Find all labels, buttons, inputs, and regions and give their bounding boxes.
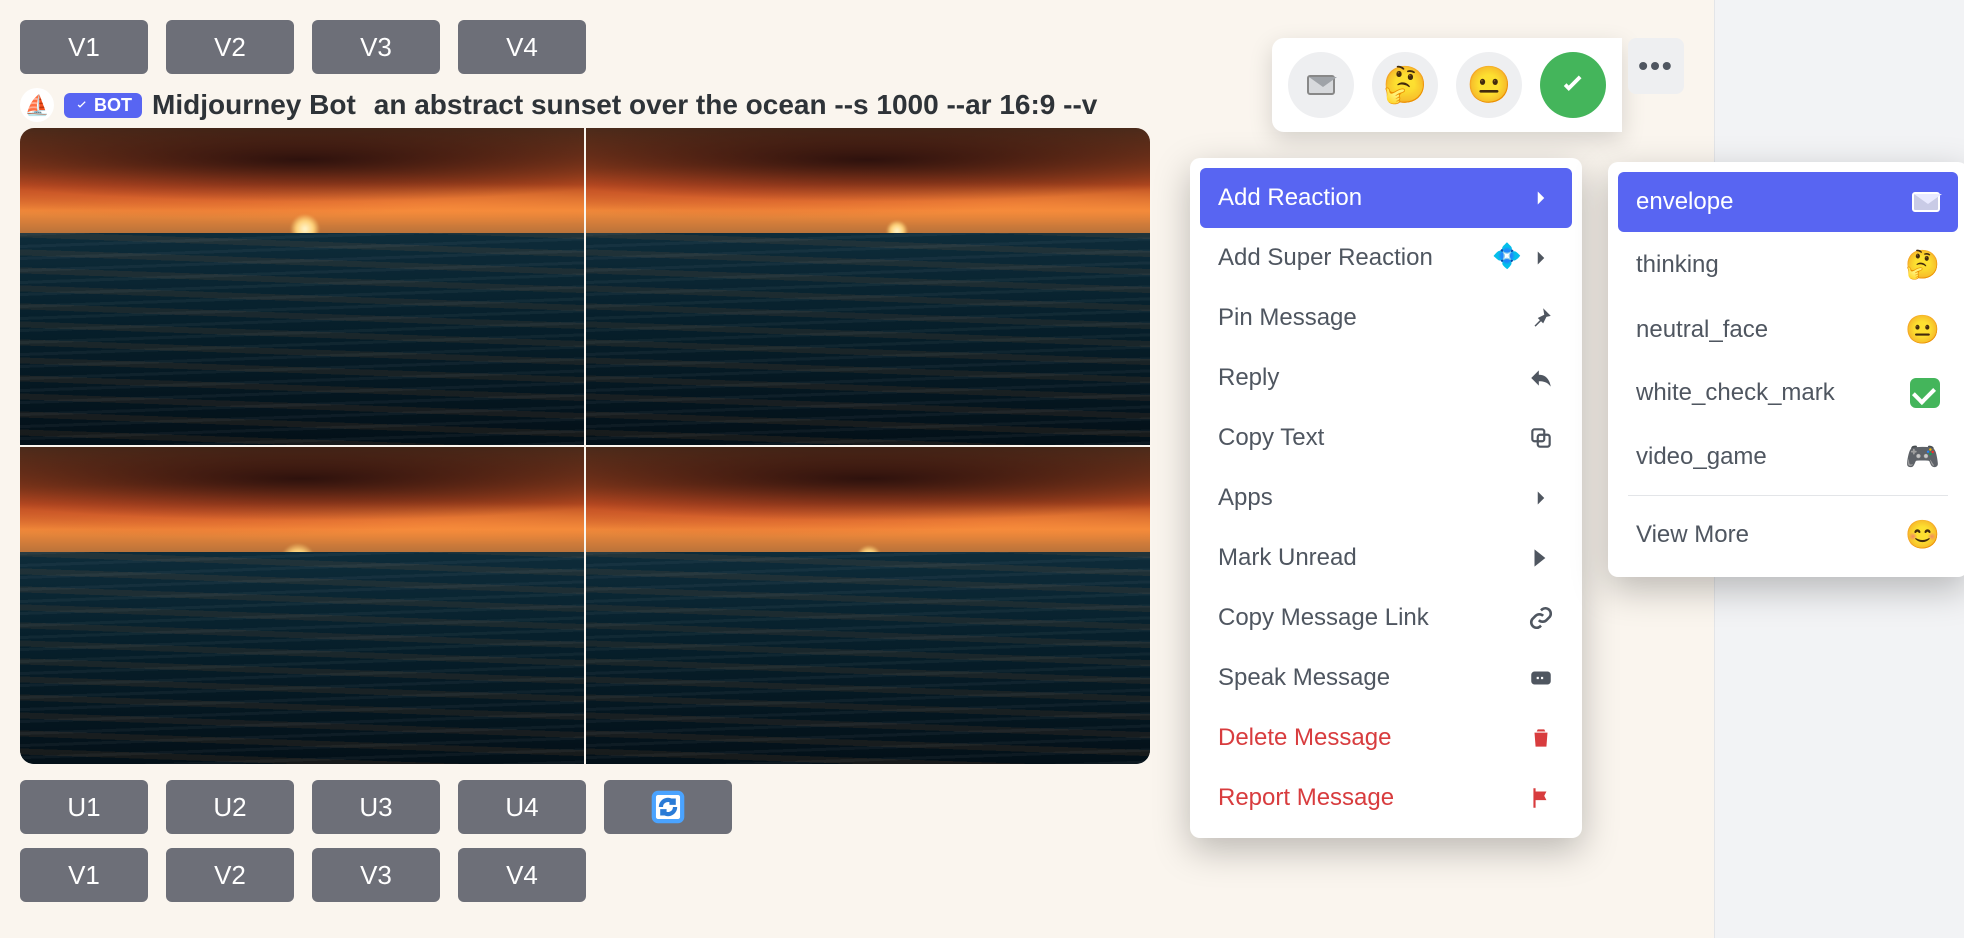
pin-icon: [1528, 305, 1554, 331]
react-option-label: envelope: [1636, 188, 1733, 216]
emoji-icon: 😐: [1905, 313, 1940, 346]
ctx-add-super-reaction[interactable]: Add Super Reaction 💠: [1200, 228, 1572, 288]
ctx-item-label: Speak Message: [1218, 664, 1390, 692]
ctx-item-label: Add Super Reaction: [1218, 244, 1433, 272]
quick-react-envelope[interactable]: [1288, 52, 1354, 118]
ctx-item-label: Copy Message Link: [1218, 604, 1429, 632]
copy-icon: [1528, 425, 1554, 451]
u2-button[interactable]: U2: [166, 780, 294, 834]
image-quadrant-4: [586, 447, 1150, 764]
v4-button-top[interactable]: V4: [458, 20, 586, 74]
more-actions-button[interactable]: •••: [1628, 38, 1684, 94]
react-option-label: neutral_face: [1636, 316, 1768, 344]
envelope-icon: [1912, 192, 1940, 212]
u3-button[interactable]: U3: [312, 780, 440, 834]
reroll-button[interactable]: [604, 780, 732, 834]
ctx-item-label: Apps: [1218, 484, 1273, 512]
v3-button-top[interactable]: V3: [312, 20, 440, 74]
super-icon: 💠: [1492, 245, 1554, 271]
reaction-plus-icon: 😊: [1905, 518, 1940, 551]
v3-button-bottom[interactable]: V3: [312, 848, 440, 902]
image-quadrant-2: [586, 128, 1150, 445]
flag-icon: [1528, 785, 1554, 811]
bot-tag: BOT: [64, 93, 142, 118]
react-option-label: video_game: [1636, 443, 1767, 471]
ctx-item-label: Reply: [1218, 364, 1279, 392]
ctx-copy-text[interactable]: Copy Text: [1200, 408, 1572, 468]
ctx-item-label: Pin Message: [1218, 304, 1357, 332]
bot-avatar[interactable]: ⛵: [20, 88, 54, 122]
image-quadrant-1: [20, 128, 584, 445]
react-option-white_check_mark[interactable]: white_check_mark: [1618, 362, 1958, 424]
react-option-label: white_check_mark: [1636, 379, 1835, 407]
emoji-icon: 🎮: [1905, 440, 1940, 473]
ctx-item-label: Mark Unread: [1218, 544, 1357, 572]
react-view-more[interactable]: View More 😊: [1618, 502, 1958, 567]
bot-username[interactable]: Midjourney Bot: [152, 89, 356, 121]
ctx-delete-message[interactable]: Delete Message: [1200, 708, 1572, 768]
react-option-video_game[interactable]: video_game 🎮: [1618, 424, 1958, 489]
ctx-speak-message[interactable]: Speak Message: [1200, 648, 1572, 708]
verified-check-icon: [74, 97, 90, 113]
v1-button-bottom[interactable]: V1: [20, 848, 148, 902]
ctx-copy-message-link[interactable]: Copy Message Link: [1200, 588, 1572, 648]
quick-react-neutral[interactable]: 😐: [1456, 52, 1522, 118]
u4-button[interactable]: U4: [458, 780, 586, 834]
link-icon: [1528, 605, 1554, 631]
trash-icon: [1528, 725, 1554, 751]
react-option-envelope[interactable]: envelope: [1618, 172, 1958, 232]
v1-button-top[interactable]: V1: [20, 20, 148, 74]
separator: [1628, 495, 1948, 496]
chevron-icon: [1528, 185, 1554, 211]
v2-button-bottom[interactable]: V2: [166, 848, 294, 902]
speak-icon: [1528, 665, 1554, 691]
message-context-menu: Add Reaction Add Super Reaction 💠 Pin Messa…: [1190, 158, 1582, 838]
quick-reaction-card: 🤔 😐: [1272, 38, 1622, 132]
message-prompt: an abstract sunset over the ocean --s 10…: [374, 89, 1098, 121]
message-hover-actions: 🤔 😐 •••: [1272, 38, 1684, 132]
emoji-icon: 🤔: [1905, 248, 1940, 281]
ctx-item-label: Copy Text: [1218, 424, 1324, 452]
variation-button-row-bottom: V1 V2 V3 V4: [20, 848, 1680, 902]
unread-icon: [1528, 545, 1554, 571]
add-reaction-submenu: envelope thinking 🤔 neutral_face 😐 white_chec…: [1608, 162, 1964, 577]
ctx-item-label: Report Message: [1218, 784, 1394, 812]
check-icon: [1910, 378, 1940, 408]
v2-button-top[interactable]: V2: [166, 20, 294, 74]
ctx-mark-unread[interactable]: Mark Unread: [1200, 528, 1572, 588]
bot-tag-label: BOT: [94, 95, 132, 116]
check-icon: [1556, 68, 1590, 102]
ctx-report-message[interactable]: Report Message: [1200, 768, 1572, 828]
reply-icon: [1528, 365, 1554, 391]
u1-button[interactable]: U1: [20, 780, 148, 834]
generated-image-grid[interactable]: [20, 128, 1150, 764]
chevron-icon: [1528, 485, 1554, 511]
ctx-reply[interactable]: Reply: [1200, 348, 1572, 408]
ctx-add-reaction[interactable]: Add Reaction: [1200, 168, 1572, 228]
ctx-apps[interactable]: Apps: [1200, 468, 1572, 528]
v4-button-bottom[interactable]: V4: [458, 848, 586, 902]
quick-react-check[interactable]: [1540, 52, 1606, 118]
quick-react-thinking[interactable]: 🤔: [1372, 52, 1438, 118]
image-quadrant-3: [20, 447, 584, 764]
view-more-label: View More: [1636, 521, 1749, 549]
ctx-item-label: Delete Message: [1218, 724, 1391, 752]
react-option-neutral_face[interactable]: neutral_face 😐: [1618, 297, 1958, 362]
ctx-pin-message[interactable]: Pin Message: [1200, 288, 1572, 348]
envelope-icon: [1307, 75, 1335, 95]
react-option-label: thinking: [1636, 251, 1719, 279]
react-option-thinking[interactable]: thinking 🤔: [1618, 232, 1958, 297]
refresh-icon: [651, 790, 685, 824]
ctx-item-label: Add Reaction: [1218, 184, 1362, 212]
